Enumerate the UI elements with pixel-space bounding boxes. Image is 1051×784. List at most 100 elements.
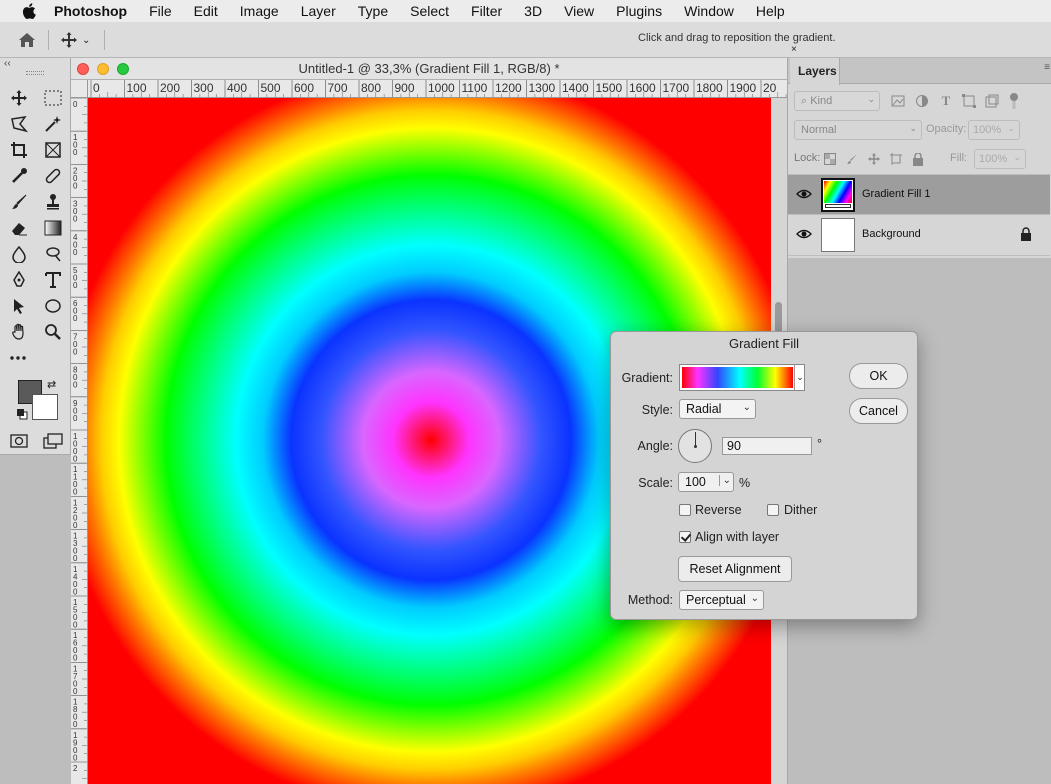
- move-tool-preset[interactable]: ⌄: [60, 30, 98, 50]
- filter-smart-object-icon[interactable]: [984, 93, 1000, 109]
- menu-plugins[interactable]: Plugins: [605, 0, 673, 22]
- home-icon[interactable]: [16, 30, 38, 50]
- search-icon: ⌕: [801, 95, 811, 107]
- dither-checkbox[interactable]: [767, 504, 779, 516]
- angle-input[interactable]: 90: [722, 437, 812, 455]
- reverse-label[interactable]: Reverse: [695, 503, 742, 517]
- lock-transparent-icon[interactable]: [822, 151, 838, 167]
- move-tool-icon[interactable]: [7, 87, 31, 109]
- opacity-field[interactable]: 100% ⌄: [968, 120, 1020, 140]
- healing-brush-icon[interactable]: [41, 165, 65, 187]
- blur-tool-icon[interactable]: [7, 243, 31, 265]
- gradient-tool-icon[interactable]: [41, 217, 65, 239]
- vertical-ruler[interactable]: 0 100 200 300 400 500 600 700 800 900 100011001200…: [71, 98, 88, 784]
- blend-mode-select[interactable]: Normal ⌄: [794, 120, 922, 140]
- scale-input[interactable]: 100 ⌄: [678, 472, 734, 492]
- ruler-label: 1100: [462, 81, 488, 95]
- menu-window[interactable]: Window: [673, 0, 745, 22]
- ok-button[interactable]: OK: [849, 363, 908, 389]
- lock-position-icon[interactable]: [866, 151, 882, 167]
- background-thumbnail[interactable]: [821, 218, 855, 252]
- lock-pixels-icon[interactable]: [844, 151, 860, 167]
- filter-toggle-icon[interactable]: [1006, 93, 1022, 109]
- type-tool-icon[interactable]: [41, 269, 65, 291]
- ruler-label: 1600: [629, 81, 656, 95]
- menu-select[interactable]: Select: [399, 0, 460, 22]
- chevron-down-icon[interactable]: ⌄: [718, 475, 731, 486]
- reverse-checkbox[interactable]: [679, 504, 691, 516]
- menu-layer[interactable]: Layer: [290, 0, 347, 22]
- menu-help[interactable]: Help: [745, 0, 796, 22]
- filter-pixel-icon[interactable]: [890, 93, 906, 109]
- chevron-down-icon[interactable]: ⌄: [794, 365, 805, 390]
- chevron-down-icon: ⌄: [909, 123, 917, 133]
- filter-type-icon[interactable]: T: [938, 93, 954, 109]
- filter-shape-icon[interactable]: [961, 93, 977, 109]
- gradient-preview[interactable]: [682, 367, 793, 388]
- align-with-layer-checkbox[interactable]: [679, 531, 691, 543]
- screen-mode-icon[interactable]: [41, 430, 65, 452]
- layer-name[interactable]: Background: [862, 228, 921, 240]
- frame-tool-icon[interactable]: [41, 139, 65, 161]
- method-select[interactable]: Perceptual ⌄: [679, 590, 764, 610]
- ruler-label: 1100: [73, 465, 78, 497]
- default-colors-icon[interactable]: [16, 408, 28, 420]
- layer-row-background[interactable]: Background: [788, 215, 1050, 256]
- angle-dial[interactable]: [678, 429, 712, 463]
- filter-adjustment-icon[interactable]: [914, 93, 930, 109]
- marquee-tool-icon[interactable]: [41, 87, 65, 109]
- dodge-tool-icon[interactable]: [41, 243, 65, 265]
- layer-row-gradient-fill[interactable]: Gradient Fill 1: [788, 174, 1050, 215]
- path-selection-icon[interactable]: [7, 295, 31, 317]
- fill-field[interactable]: 100% ⌄: [974, 149, 1026, 169]
- layer-name[interactable]: Gradient Fill 1: [862, 188, 930, 200]
- apple-icon[interactable]: [20, 2, 38, 20]
- panel-menu-icon[interactable]: ≡: [1044, 62, 1050, 73]
- menu-view[interactable]: View: [553, 0, 605, 22]
- layers-tabbar: Layers ≡: [788, 58, 1051, 85]
- menu-type[interactable]: Type: [347, 0, 399, 22]
- visibility-eye-icon[interactable]: [796, 188, 812, 202]
- menu-image[interactable]: Image: [229, 0, 290, 22]
- gradient-fill-thumbnail[interactable]: [821, 178, 855, 212]
- eraser-tool-icon[interactable]: [7, 217, 31, 239]
- crop-tool-icon[interactable]: [7, 139, 31, 161]
- cancel-button[interactable]: Cancel: [849, 398, 908, 424]
- align-with-layer-label[interactable]: Align with layer: [695, 530, 779, 544]
- lock-icon[interactable]: [1020, 227, 1032, 241]
- quick-mask-icon[interactable]: [7, 430, 31, 452]
- stamp-tool-icon[interactable]: [41, 191, 65, 213]
- menu-3d[interactable]: 3D: [513, 0, 553, 22]
- panel-grip[interactable]: [26, 71, 44, 75]
- gradient-picker[interactable]: ⌄: [679, 364, 805, 391]
- menu-file[interactable]: File: [138, 0, 183, 22]
- close-panel-icon[interactable]: ×: [791, 44, 797, 55]
- ellipse-tool-icon[interactable]: [41, 295, 65, 317]
- ruler-label: 1900: [730, 81, 757, 95]
- lock-all-icon[interactable]: [910, 151, 926, 167]
- pen-tool-icon[interactable]: [7, 269, 31, 291]
- visibility-eye-icon[interactable]: [796, 228, 812, 242]
- swap-colors-icon[interactable]: ⇄: [47, 378, 56, 391]
- lasso-tool-icon[interactable]: [7, 113, 31, 135]
- dither-label[interactable]: Dither: [784, 503, 817, 517]
- zoom-tool-icon[interactable]: [41, 321, 65, 343]
- style-select[interactable]: Radial ⌄: [679, 399, 756, 419]
- magic-wand-icon[interactable]: [41, 113, 65, 135]
- more-tools-icon[interactable]: [7, 347, 31, 369]
- hand-tool-icon[interactable]: [7, 321, 31, 343]
- scale-value[interactable]: 100: [685, 475, 706, 489]
- menu-edit[interactable]: Edit: [183, 0, 229, 22]
- menu-photoshop[interactable]: Photoshop: [54, 0, 138, 22]
- reset-alignment-button[interactable]: Reset Alignment: [678, 556, 792, 582]
- collapse-icon[interactable]: ‹‹: [4, 58, 11, 69]
- menu-filter[interactable]: Filter: [460, 0, 513, 22]
- horizontal-ruler[interactable]: 0 100 200 300 400 500 600 700 800 900 1000 1100 1200…: [88, 80, 787, 98]
- background-color-swatch[interactable]: [32, 394, 58, 420]
- eyedropper-icon[interactable]: [7, 165, 31, 187]
- lock-artboard-icon[interactable]: [888, 151, 904, 167]
- brush-tool-icon[interactable]: [7, 191, 31, 213]
- tab-layers[interactable]: Layers: [790, 58, 840, 85]
- kind-filter-select[interactable]: ⌕ Kind ⌄: [794, 91, 880, 111]
- ruler-origin[interactable]: [71, 80, 88, 98]
